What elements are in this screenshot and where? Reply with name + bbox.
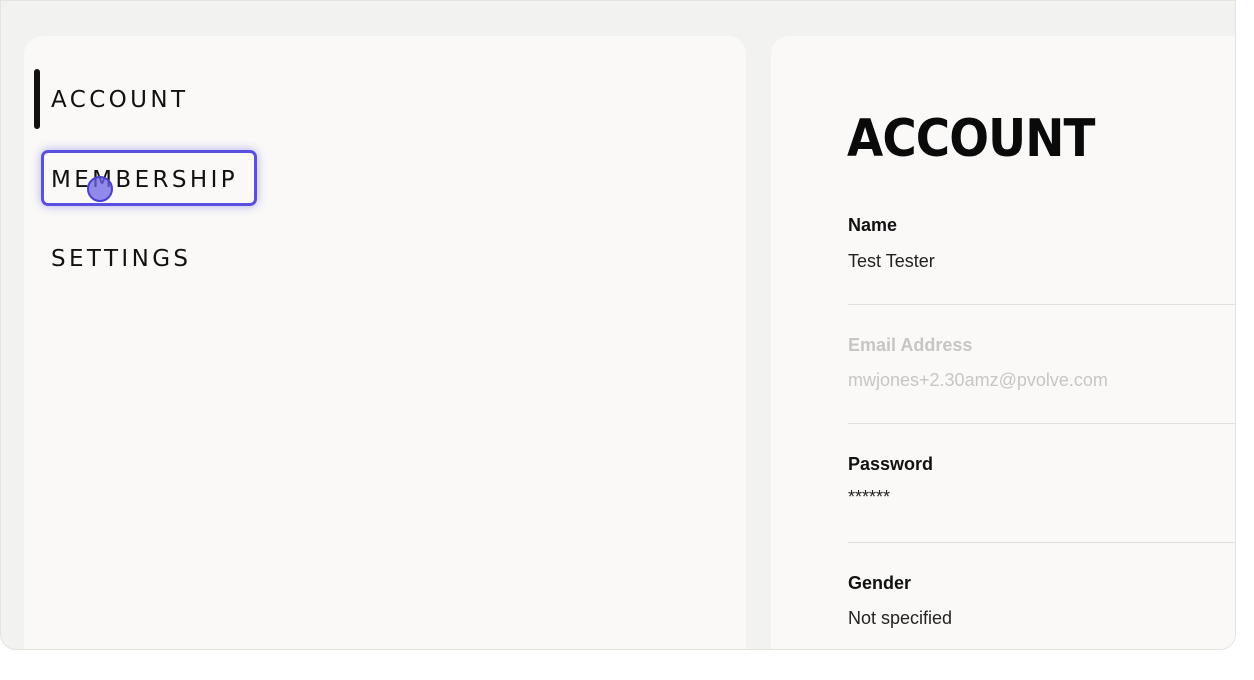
divider	[848, 542, 1235, 543]
password-value[interactable]: ******	[848, 487, 890, 508]
divider	[848, 423, 1235, 424]
nav-item-settings[interactable]: SETTINGS	[51, 246, 191, 272]
email-value: mwjones+2.30amz@pvolve.com	[848, 370, 1108, 390]
active-nav-indicator	[34, 69, 40, 129]
name-value[interactable]: Test Tester	[848, 251, 935, 272]
cursor-pointer-icon	[87, 176, 113, 202]
password-label: Password	[848, 454, 934, 474]
nav-item-membership[interactable]: MEMBERSHIP	[51, 167, 238, 193]
gender-value[interactable]: Not specified	[848, 608, 952, 629]
app-frame: ACCOUNT MEMBERSHIP SETTINGS ACCOUNT Name…	[0, 0, 1236, 650]
page-title: ACCOUNT	[847, 109, 1095, 169]
name-label: Name	[848, 215, 898, 235]
gender-label: Gender	[848, 573, 912, 593]
nav-panel	[24, 36, 746, 649]
email-label: Email Address	[848, 335, 973, 355]
nav-item-account[interactable]: ACCOUNT	[51, 87, 188, 113]
divider	[848, 304, 1235, 305]
